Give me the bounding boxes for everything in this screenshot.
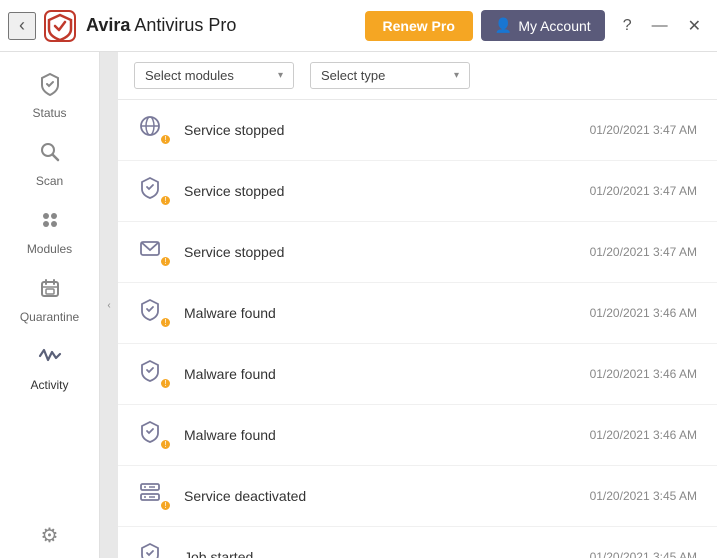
sidebar-scan-label: Scan	[36, 174, 63, 188]
activity-icon-wrap: !	[138, 480, 170, 512]
sidebar-activity-label: Activity	[30, 378, 68, 392]
activity-description: Job started	[184, 549, 576, 558]
help-button[interactable]: ?	[615, 13, 640, 39]
activity-description: Malware found	[184, 427, 576, 443]
activity-icon-wrap: !	[138, 419, 170, 451]
activity-timestamp: 01/20/2021 3:47 AM	[590, 245, 697, 259]
settings-icon[interactable]: ⚙	[41, 523, 59, 548]
app-title: Avira Antivirus Pro	[86, 15, 365, 36]
filter-bar: Select modules ▾ Select type ▾	[118, 52, 717, 100]
sidebar-modules-label: Modules	[27, 242, 72, 256]
activity-description: Service stopped	[184, 244, 576, 260]
close-button[interactable]: ✕	[680, 12, 709, 40]
activity-badge: !	[159, 194, 172, 207]
sidebar-item-scan[interactable]: Scan	[0, 130, 99, 198]
activity-timestamp: 01/20/2021 3:47 AM	[590, 184, 697, 198]
activity-badge: !	[159, 499, 172, 512]
minimize-button[interactable]: —	[644, 13, 676, 39]
main-layout: Status Scan Modules	[0, 52, 717, 558]
activity-icon-wrap: !	[138, 358, 170, 390]
activity-icon-wrap: !	[138, 541, 170, 558]
activity-badge: !	[159, 438, 172, 451]
modules-icon	[38, 208, 62, 238]
sidebar-item-modules[interactable]: Modules	[0, 198, 99, 266]
back-button[interactable]: ‹	[8, 12, 36, 40]
search-icon	[38, 140, 62, 170]
titlebar: ‹ Avira Antivirus Pro Renew Pro 👤 My Acc…	[0, 0, 717, 52]
my-account-button[interactable]: 👤 My Account	[481, 10, 605, 41]
activity-timestamp: 01/20/2021 3:46 AM	[590, 367, 697, 381]
sidebar-quarantine-label: Quarantine	[20, 310, 79, 324]
renew-pro-button[interactable]: Renew Pro	[365, 11, 473, 41]
sidebar-item-status[interactable]: Status	[0, 62, 99, 130]
collapse-arrow: ‹	[107, 300, 110, 311]
activity-description: Service stopped	[184, 183, 576, 199]
table-row: ! Service deactivated 01/20/2021 3:45 AM	[118, 466, 717, 527]
shield-icon	[38, 72, 62, 102]
activity-description: Service deactivated	[184, 488, 576, 504]
activity-badge: !	[159, 377, 172, 390]
activity-timestamp: 01/20/2021 3:47 AM	[590, 123, 697, 137]
table-row: ! Malware found 01/20/2021 3:46 AM	[118, 283, 717, 344]
table-row: ! Malware found 01/20/2021 3:46 AM	[118, 344, 717, 405]
activity-description: Service stopped	[184, 122, 576, 138]
modules-arrow: ▾	[278, 70, 283, 81]
content-area: Select modules ▾ Select type ▾ ! Service…	[118, 52, 717, 558]
activity-description: Malware found	[184, 305, 576, 321]
activity-badge: !	[159, 255, 172, 268]
quarantine-icon	[38, 276, 62, 306]
activity-icon-wrap: !	[138, 236, 170, 268]
type-arrow: ▾	[454, 70, 459, 81]
sidebar-status-label: Status	[32, 106, 66, 120]
activity-list: ! Service stopped 01/20/2021 3:47 AM ! S…	[118, 100, 717, 558]
modules-filter[interactable]: Select modules ▾	[134, 62, 294, 89]
sidebar-item-activity[interactable]: Activity	[0, 334, 99, 402]
sidebar-bottom: ⚙	[0, 523, 99, 558]
activity-icon-wrap: !	[138, 175, 170, 207]
app-logo	[42, 8, 78, 44]
type-filter[interactable]: Select type ▾	[310, 62, 470, 89]
activity-timestamp: 01/20/2021 3:46 AM	[590, 306, 697, 320]
sidebar: Status Scan Modules	[0, 52, 100, 558]
table-row: ! Job started 01/20/2021 3:45 AM	[118, 527, 717, 558]
sidebar-item-quarantine[interactable]: Quarantine	[0, 266, 99, 334]
table-row: ! Service stopped 01/20/2021 3:47 AM	[118, 100, 717, 161]
activity-timestamp: 01/20/2021 3:46 AM	[590, 428, 697, 442]
account-icon: 👤	[495, 17, 512, 34]
activity-badge: !	[159, 316, 172, 329]
activity-icon	[38, 344, 62, 374]
activity-badge: !	[159, 133, 172, 146]
collapse-handle[interactable]: ‹	[100, 52, 118, 558]
table-row: ! Service stopped 01/20/2021 3:47 AM	[118, 222, 717, 283]
activity-icon-wrap: !	[138, 114, 170, 146]
shield-icon	[138, 552, 162, 558]
window-controls: ? — ✕	[615, 12, 709, 40]
activity-timestamp: 01/20/2021 3:45 AM	[590, 550, 697, 558]
table-row: ! Malware found 01/20/2021 3:46 AM	[118, 405, 717, 466]
activity-description: Malware found	[184, 366, 576, 382]
table-row: ! Service stopped 01/20/2021 3:47 AM	[118, 161, 717, 222]
activity-icon-wrap: !	[138, 297, 170, 329]
activity-timestamp: 01/20/2021 3:45 AM	[590, 489, 697, 503]
